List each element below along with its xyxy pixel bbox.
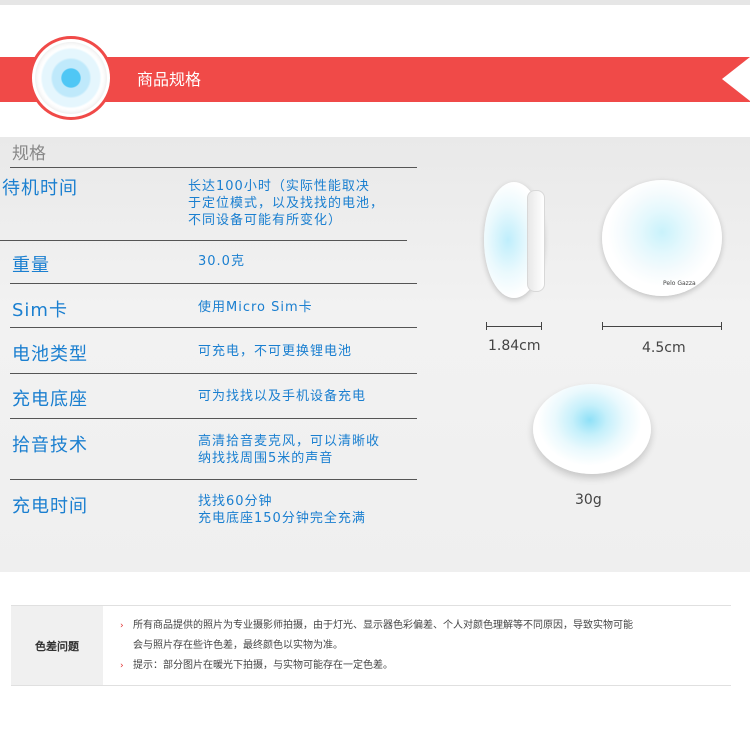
spec-row: Sim卡 使用Micro Sim卡 [10, 284, 417, 328]
spec-row: 重量 30.0克 [10, 241, 417, 284]
device-circle-icon [35, 42, 107, 114]
notice-line-text: 提示：部分图片在暖光下拍摄，与实物可能存在一定色差。 [133, 660, 393, 671]
chevron-right-icon: › [120, 661, 124, 671]
spec-row-label: 重量 [12, 255, 50, 276]
color-notice: 色差问题 › 所有商品提供的照片为专业摄影师拍摄，由于灯光、显示器色彩偏差、个人… [11, 605, 731, 686]
notice-text: › 所有商品提供的照片为专业摄影师拍摄，由于灯光、显示器色彩偏差、个人对颜色理解… [120, 616, 727, 676]
spec-row: 待机时间 长达100小时（实际性能取决 于定位模式，以及找找的电池， 不同设备可… [0, 168, 407, 241]
spec-row-value: 使用Micro Sim卡 [198, 300, 313, 315]
spec-value-line: 纳找找周围5米的声音 [198, 451, 334, 466]
section-badge-icon [29, 36, 113, 120]
device-angled-view [533, 384, 651, 474]
device-side-edge [527, 190, 545, 292]
spec-row-label: 充电底座 [12, 389, 88, 410]
notice-line-text: 所有商品提供的照片为专业摄影师拍摄，由于灯光、显示器色彩偏差、个人对颜色理解等不… [133, 620, 633, 631]
dimension-line [486, 326, 542, 327]
spec-value-line: 充电底座150分钟完全充满 [198, 511, 366, 526]
spec-row: 充电时间 找找60分钟 充电底座150分钟完全充满 [10, 480, 417, 540]
spec-row-value: 高清拾音麦克风，可以清晰收 纳找找周围5米的声音 [198, 433, 418, 467]
spec-value-line: 不同设备可能有所变化） [188, 213, 343, 228]
spec-row: 电池类型 可充电，不可更换锂电池 [10, 328, 417, 374]
thickness-label: 1.84cm [488, 338, 541, 354]
notice-line: › 提示：部分图片在暖光下拍摄，与实物可能存在一定色差。 [120, 656, 727, 676]
dimension-tick [541, 322, 542, 330]
spec-table: 规格 [10, 141, 417, 168]
notice-line-text: 会与照片存在些许色差，最终颜色以实物为准。 [133, 640, 343, 651]
spec-row-value: 长达100小时（实际性能取决 于定位模式，以及找找的电池， 不同设备可能有所变化… [188, 178, 408, 229]
spec-row-label: 拾音技术 [12, 435, 88, 456]
dimension-tick [721, 322, 722, 330]
spec-value-line: 高清拾音麦克风，可以清晰收 [198, 434, 381, 449]
weight-label: 30g [575, 492, 602, 508]
top-divider [0, 0, 750, 5]
dimension-line [602, 326, 722, 327]
spec-row-value: 可为找找以及手机设备充电 [198, 389, 367, 404]
spec-value-line: 于定位模式，以及找找的电池， [188, 196, 385, 211]
device-brand-print: Pelo Gazza [663, 280, 696, 287]
spec-value-line: 长达100小时（实际性能取决 [188, 179, 370, 194]
spec-heading: 规格 [10, 141, 417, 168]
device-front-view [602, 180, 722, 296]
spec-row-value: 找找60分钟 充电底座150分钟完全充满 [198, 493, 418, 527]
spec-row-label: 电池类型 [12, 344, 88, 365]
diameter-label: 4.5cm [642, 340, 686, 356]
spec-row-label: 充电时间 [12, 496, 88, 517]
notice-label-cell: 色差问题 [11, 606, 103, 685]
notice-line: 会与照片存在些许色差，最终颜色以实物为准。 [127, 636, 727, 656]
section-title: 商品规格 [137, 70, 202, 89]
spec-value-line: 找找60分钟 [198, 494, 273, 509]
banner-notch [722, 57, 750, 101]
chevron-right-icon: › [120, 621, 124, 631]
spec-row: 拾音技术 高清拾音麦克风，可以清晰收 纳找找周围5米的声音 [10, 419, 417, 480]
spec-row-value: 30.0克 [198, 254, 245, 269]
notice-line: › 所有商品提供的照片为专业摄影师拍摄，由于灯光、显示器色彩偏差、个人对颜色理解… [120, 616, 727, 636]
spec-row-value: 可充电，不可更换锂电池 [198, 344, 353, 359]
spec-row: 充电底座 可为找找以及手机设备充电 [10, 374, 417, 419]
spec-row-label: 待机时间 [2, 178, 78, 199]
spec-row-label: Sim卡 [12, 300, 68, 321]
notice-label: 色差问题 [35, 639, 79, 653]
